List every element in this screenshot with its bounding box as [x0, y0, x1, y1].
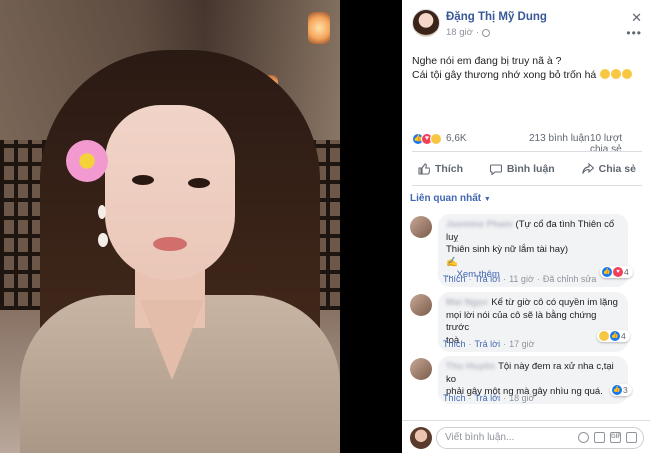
post-header: Đặng Thị Mỹ Dung 18 giờ · ✕ •••	[402, 0, 650, 44]
comment-edited-label: Đã chỉnh sửa	[542, 274, 597, 284]
comment-like-link[interactable]: Thích	[443, 274, 466, 284]
commenter-name[interactable]: Thu Huyền	[446, 361, 495, 372]
photo-lantern	[308, 12, 330, 44]
share-label: Chia sẻ	[598, 163, 636, 175]
post-photo[interactable]	[0, 0, 340, 453]
composer-icons: GIF	[578, 432, 637, 443]
gif-icon[interactable]: GIF	[610, 432, 621, 443]
close-icon[interactable]: ✕	[631, 10, 642, 26]
emoji-icon[interactable]	[578, 432, 589, 443]
comment-reactions[interactable]: 👍 4	[597, 330, 630, 342]
comment-item: Mai Ngọc Kể từ giờ cô có quyền im lặng mọ…	[410, 292, 642, 352]
love-reaction-icon: ♥	[613, 267, 623, 277]
more-options-icon[interactable]: •••	[626, 26, 642, 40]
lightbox-backdrop	[340, 0, 402, 453]
like-reaction-icon: 👍	[612, 385, 622, 395]
comment-reply-link[interactable]: Trả lời	[475, 339, 501, 349]
photo-earring	[98, 205, 106, 219]
like-reaction-icon: 👍	[610, 331, 620, 341]
comment-meta: Thích · Trả lời · 18 giờ	[443, 393, 535, 403]
flower-filter-icon	[66, 140, 108, 182]
post-panel: Đặng Thị Mỹ Dung 18 giờ · ✕ ••• Nghe nói…	[402, 0, 650, 453]
comment-icon	[489, 164, 502, 175]
reaction-count[interactable]: 6,6K	[446, 133, 467, 144]
like-button[interactable]: Thích	[412, 156, 469, 182]
author-avatar[interactable]	[412, 9, 440, 37]
camera-icon[interactable]	[594, 432, 605, 443]
commenter-name[interactable]: Mai Ngọc	[446, 297, 488, 308]
post-text-line: Nghe nói em đang bị truy nã à ?	[412, 55, 562, 67]
comment-reply-link[interactable]: Trả lời	[475, 274, 501, 284]
commenter-avatar[interactable]	[410, 216, 432, 238]
post-meta: 18 giờ ·	[446, 27, 491, 38]
photo-neckline	[140, 300, 204, 380]
photo-lips	[153, 237, 187, 251]
sort-label: Liên quan nhất	[410, 193, 482, 204]
current-user-avatar	[410, 427, 432, 449]
post-text-line: Cái tội gây thương nhớ xong bỏ trốn há	[412, 68, 642, 82]
share-icon	[581, 163, 594, 174]
photo-face	[105, 105, 235, 280]
post-time[interactable]: 18 giờ	[446, 27, 473, 38]
laughing-emoji-icon	[600, 69, 611, 79]
comment-reactions[interactable]: 👍 3	[610, 384, 632, 396]
comment-placeholder: Viết bình luận...	[445, 432, 515, 443]
divider	[412, 151, 642, 152]
comment-time[interactable]: 17 giờ	[509, 339, 534, 349]
commenter-avatar[interactable]	[410, 358, 432, 380]
pencil-icon: ✍	[446, 256, 458, 268]
thumbs-up-icon	[418, 163, 430, 175]
like-reaction-icon: 👍	[602, 267, 612, 277]
caret-down-icon: ▼	[483, 196, 491, 203]
comment-reactions[interactable]: 👍 ♥ 4	[600, 266, 633, 278]
comment-sort-dropdown[interactable]: Liên quan nhất ▼	[410, 193, 491, 204]
comment-button[interactable]: Bình luận	[484, 156, 561, 182]
commenter-name[interactable]: Jasmine Pham	[446, 219, 513, 230]
photo-eye	[132, 175, 154, 185]
globe-icon	[482, 28, 491, 37]
post-stats: 👍 ♥ 6,6K 213 bình luận 10 lượt chia sẻ	[412, 132, 642, 155]
divider	[412, 185, 642, 186]
photo-earring	[98, 233, 108, 247]
comment-item: Jasmine Pham (Tự cổ đa tình Thiên cổ luỵ …	[410, 214, 642, 287]
comment-meta: Thích · Trả lời · 11 giờ · Đã chỉnh sửa	[443, 274, 597, 284]
comment-count[interactable]: 213 bình luận	[529, 133, 590, 144]
laughing-emoji-icon	[611, 69, 622, 79]
comment-input[interactable]: Viết bình luận... GIF	[436, 427, 644, 449]
haha-reaction-icon	[430, 133, 442, 145]
author-name[interactable]: Đặng Thị Mỹ Dung	[446, 11, 547, 23]
comment-time[interactable]: 18 giờ	[509, 393, 534, 403]
comment-time[interactable]: 11 giờ	[509, 274, 534, 284]
comment-meta: Thích · Trả lời · 17 giờ	[443, 339, 535, 349]
share-button[interactable]: Chia sẻ	[576, 156, 642, 182]
comment-like-link[interactable]: Thích	[443, 393, 466, 403]
sticker-icon[interactable]	[626, 432, 637, 443]
like-label: Thích	[435, 163, 463, 175]
haha-reaction-icon	[599, 331, 609, 341]
comment-label: Bình luận	[506, 163, 555, 175]
laughing-emoji-icon	[622, 69, 633, 79]
post-actions: Thích Bình luận Chia sẻ	[412, 156, 642, 182]
post-text: Nghe nói em đang bị truy nã à ? Cái tội …	[412, 54, 642, 82]
commenter-avatar[interactable]	[410, 294, 432, 316]
comment-item: Thu Huyền Tội này đem ra xử nha c,tại ko …	[410, 356, 642, 406]
comment-composer: Viết bình luận... GIF	[402, 420, 650, 453]
comment-reply-link[interactable]: Trả lời	[475, 393, 501, 403]
photo-eye	[188, 178, 210, 188]
comment-like-link[interactable]: Thích	[443, 339, 466, 349]
reaction-icons[interactable]: 👍 ♥	[412, 133, 442, 145]
